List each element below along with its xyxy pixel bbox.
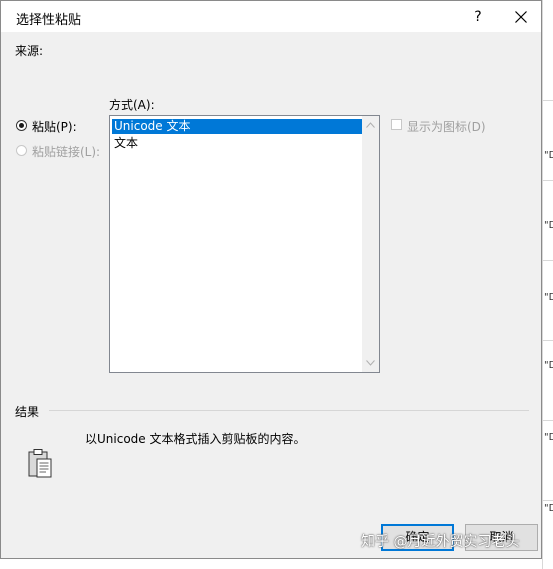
sheet-cell-text: "D <box>544 503 553 514</box>
sheet-row-line <box>542 340 553 341</box>
paste-link-radio-label[interactable]: 粘贴链接(L): <box>32 143 100 160</box>
listbox-scrollbar[interactable] <box>362 116 379 372</box>
sheet-row-line <box>542 500 553 501</box>
display-as-icon-checkbox[interactable] <box>391 119 402 130</box>
sheet-column-line <box>542 0 543 569</box>
scroll-up-icon[interactable] <box>366 122 375 128</box>
sheet-cell-text: "D <box>544 432 553 443</box>
sheet-cell-text: "D <box>544 360 553 371</box>
dialog-title: 选择性粘贴 <box>16 13 82 28</box>
sheet-row-line <box>542 260 553 261</box>
source-label: 来源: <box>15 44 44 58</box>
paste-radio-label[interactable]: 粘贴(P): <box>32 118 77 135</box>
format-listbox[interactable]: Unicode 文本 文本 <box>109 115 380 373</box>
display-as-icon-label[interactable]: 显示为图标(D) <box>407 118 486 135</box>
paste-special-dialog: 选择性粘贴 ? 来源: 方式(A): 粘贴(P): 粘贴链接(L): Unico… <box>0 0 542 559</box>
list-item-text[interactable]: 文本 <box>112 136 138 151</box>
list-item-unicode-text[interactable]: Unicode 文本 <box>112 119 362 134</box>
clipboard-icon <box>28 449 52 478</box>
sheet-cell-text: "D <box>544 292 553 303</box>
as-label: 方式(A): <box>109 98 155 112</box>
watermark-text: 知乎 @月近外贸实习老头 <box>361 534 520 550</box>
sheet-cell-text: "D <box>544 150 553 161</box>
sheet-row-line <box>542 180 553 181</box>
paste-link-radio[interactable] <box>16 145 27 156</box>
title-bar: 选择性粘贴 ? <box>1 1 541 32</box>
close-icon <box>515 11 527 23</box>
paste-radio[interactable] <box>16 120 27 131</box>
close-button[interactable] <box>506 5 536 29</box>
sheet-row-line <box>542 420 553 421</box>
result-heading: 结果 <box>15 405 40 419</box>
help-button[interactable]: ? <box>463 5 493 29</box>
result-description: 以Unicode 文本格式插入剪贴板的内容。 <box>85 432 306 446</box>
result-divider <box>49 410 529 411</box>
scroll-down-icon[interactable] <box>366 360 375 366</box>
sheet-row-line <box>542 100 553 101</box>
sheet-cell-text: "D <box>544 220 553 231</box>
